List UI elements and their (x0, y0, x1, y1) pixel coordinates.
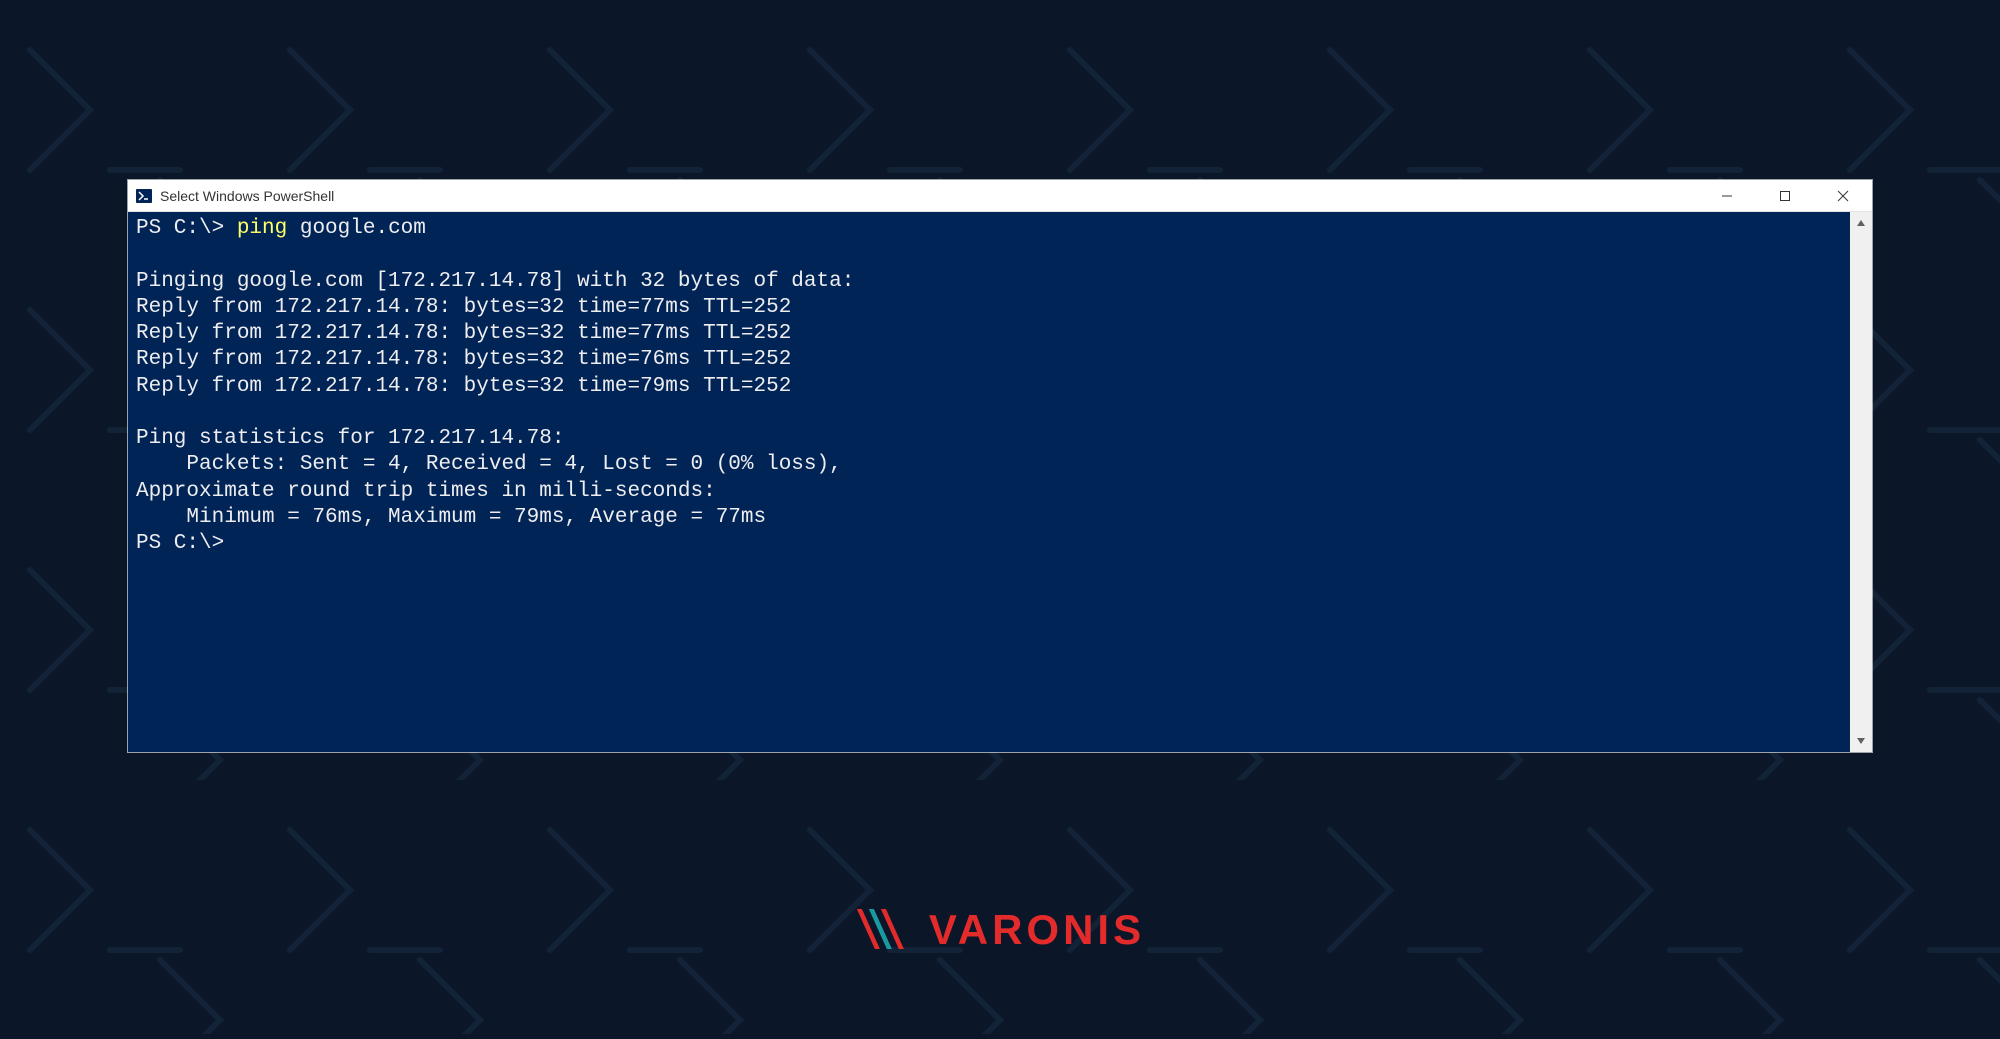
window-title: Select Windows PowerShell (160, 188, 1698, 204)
scrollbar-track[interactable] (1850, 234, 1872, 730)
minimize-button[interactable] (1698, 180, 1756, 211)
rtt-line: Minimum = 76ms, Maximum = 79ms, Average … (136, 506, 766, 529)
prompt: PS C:\> (136, 532, 224, 555)
reply-line: Reply from 172.217.14.78: bytes=32 time=… (136, 348, 791, 371)
maximize-button[interactable] (1756, 180, 1814, 211)
reply-line: Reply from 172.217.14.78: bytes=32 time=… (136, 322, 791, 345)
stats-header: Ping statistics for 172.217.14.78: (136, 427, 564, 450)
vertical-scrollbar[interactable] (1850, 212, 1872, 752)
terminal-output[interactable]: PS C:\> ping google.com Pinging google.c… (128, 212, 1850, 752)
pinging-line: Pinging google.com [172.217.14.78] with … (136, 270, 854, 293)
packets-line: Packets: Sent = 4, Received = 4, Lost = … (136, 453, 842, 476)
scroll-down-icon[interactable] (1850, 730, 1872, 752)
rtt-header: Approximate round trip times in milli-se… (136, 480, 716, 503)
powershell-window: Select Windows PowerShell PS C:\> ping g… (128, 180, 1872, 752)
close-button[interactable] (1814, 180, 1872, 211)
varonis-logo: VARONIS (855, 906, 1145, 954)
varonis-mark-icon (855, 907, 915, 953)
prompt-prefix: PS C:\> (136, 217, 237, 240)
reply-line: Reply from 172.217.14.78: bytes=32 time=… (136, 296, 791, 319)
titlebar[interactable]: Select Windows PowerShell (128, 180, 1872, 212)
command-name: ping (237, 217, 287, 240)
reply-line: Reply from 172.217.14.78: bytes=32 time=… (136, 375, 791, 398)
command-arg: google.com (287, 217, 426, 240)
window-controls (1698, 180, 1872, 211)
varonis-wordmark: VARONIS (929, 906, 1145, 954)
powershell-icon (136, 188, 152, 204)
scroll-up-icon[interactable] (1850, 212, 1872, 234)
